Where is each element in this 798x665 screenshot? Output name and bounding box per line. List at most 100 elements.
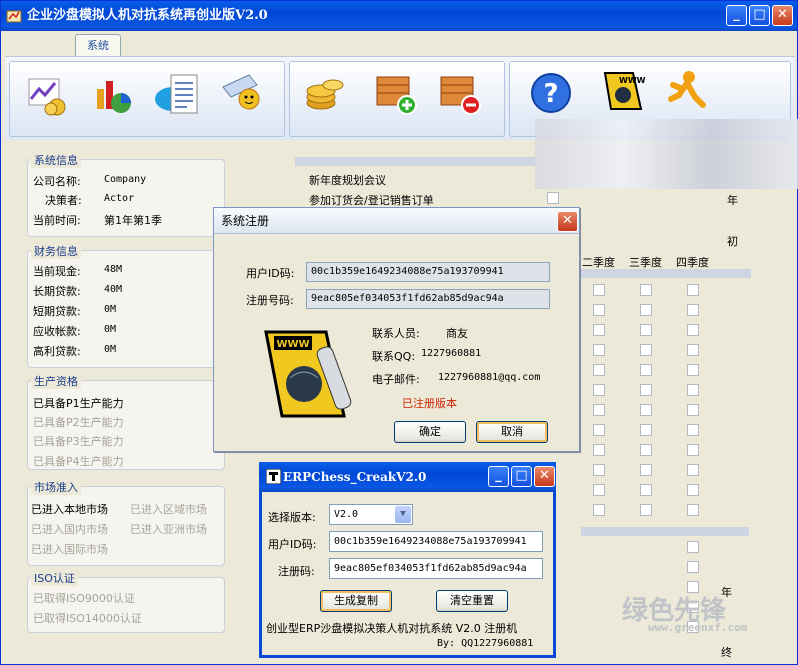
quarter-checkbox[interactable]	[687, 324, 699, 336]
quarter-3-header: 三季度	[629, 256, 662, 269]
quarter-checkbox[interactable]	[687, 364, 699, 376]
quarter-checkbox[interactable]	[640, 424, 652, 436]
quarter-checkbox[interactable]	[687, 304, 699, 316]
quarter-checkbox[interactable]	[687, 504, 699, 516]
long-loan-label: 长期贷款:	[33, 285, 81, 298]
settings-sun-icon[interactable]	[219, 69, 263, 113]
quarter-checkbox[interactable]	[640, 504, 652, 516]
section-bar-3	[581, 527, 749, 536]
version-label: 选择版本:	[268, 511, 316, 524]
help-icon[interactable]: ?	[529, 71, 573, 115]
crack-close-button[interactable]: ✕	[534, 466, 555, 487]
year-end-checkbox-2[interactable]	[687, 561, 699, 573]
qq-label: 联系QQ:	[372, 350, 416, 363]
version-select[interactable]: V2.0 ▼	[329, 504, 413, 525]
crack-user-id-label: 用户ID码:	[268, 538, 317, 551]
runner-icon[interactable]	[665, 69, 709, 113]
clear-reset-button[interactable]: 清空重置	[436, 590, 508, 612]
maximize-button[interactable]: □	[749, 5, 770, 26]
title-bar[interactable]: 企业沙盘模拟人机对抗系统再创业版V2.0	[1, 1, 797, 31]
p4-status: 已具备P4生产能力	[33, 455, 124, 468]
crack-footer: 创业型ERP沙盘模拟决策人机对抗系统 V2.0 注册机	[266, 622, 518, 635]
box-add-icon[interactable]	[373, 71, 417, 115]
ok-button[interactable]: 确定	[394, 421, 466, 443]
bar-chart-icon[interactable]	[91, 73, 135, 117]
tab-system[interactable]: 系统	[75, 34, 121, 56]
coins-icon[interactable]	[303, 71, 347, 115]
quarter-checkbox[interactable]	[593, 464, 605, 476]
market-title: 市场准入	[31, 479, 81, 495]
document-icon[interactable]	[161, 73, 205, 117]
crack-reg-label: 注册码:	[278, 565, 315, 578]
quarter-checkbox[interactable]	[640, 284, 652, 296]
quarter-checkbox[interactable]	[687, 384, 699, 396]
quarter-checkbox[interactable]	[593, 424, 605, 436]
iso14000-status: 已取得ISO14000认证	[33, 612, 142, 625]
cancel-button[interactable]: 取消	[476, 421, 548, 443]
quarter-checkbox[interactable]	[593, 484, 605, 496]
crack-minimize-button[interactable]: _	[488, 466, 509, 487]
quarter-checkbox[interactable]	[640, 444, 652, 456]
reg-user-id-field[interactable]: 00c1b359e1649234088e75a193709941	[306, 262, 550, 282]
svg-text:WWW: WWW	[619, 76, 645, 85]
reg-code-field[interactable]: 9eac805ef034053f1fd62ab85d9ac94a	[306, 289, 550, 309]
company-value: Company	[104, 174, 147, 185]
market-international: 已进入国际市场	[31, 543, 108, 556]
quarter-checkbox[interactable]	[640, 384, 652, 396]
quarter-checkbox[interactable]	[593, 284, 605, 296]
year-end-end-label: 终	[721, 646, 732, 659]
quarter-checkbox[interactable]	[640, 464, 652, 476]
crack-user-id-input[interactable]: 00c1b359e1649234088e75a193709941	[329, 531, 543, 552]
quarter-checkbox[interactable]	[640, 324, 652, 336]
crack-reg-input[interactable]: 9eac805ef034053f1fd62ab85d9ac94a	[329, 558, 543, 579]
box-remove-icon[interactable]	[437, 71, 481, 115]
chart-money-icon[interactable]	[25, 73, 69, 117]
year-end-checkbox-1[interactable]	[687, 541, 699, 553]
quarter-checkbox[interactable]	[640, 304, 652, 316]
crack-app-icon	[266, 469, 281, 484]
long-loan-value: 40M	[104, 284, 123, 295]
quarter-checkbox[interactable]	[640, 344, 652, 356]
quarter-checkbox[interactable]	[687, 344, 699, 356]
register-close-button[interactable]: ✕	[557, 211, 578, 232]
quarter-checkbox[interactable]	[593, 324, 605, 336]
close-button[interactable]: ✕	[772, 5, 793, 26]
watermark-url: www.greenxf.com	[648, 621, 748, 634]
quarter-checkbox[interactable]	[593, 344, 605, 356]
minimize-button[interactable]: _	[726, 5, 747, 26]
quarter-checkbox[interactable]	[640, 484, 652, 496]
quarter-checkbox[interactable]	[687, 484, 699, 496]
market-region: 已进入区域市场	[130, 503, 207, 516]
contact-value: 商友	[446, 327, 468, 340]
high-loan-value: 0M	[104, 344, 117, 355]
quarter-checkbox[interactable]	[687, 464, 699, 476]
quarter-checkbox[interactable]	[687, 444, 699, 456]
p2-status: 已具备P2生产能力	[33, 416, 124, 429]
quarter-checkbox[interactable]	[593, 364, 605, 376]
crack-maximize-button[interactable]: □	[511, 466, 532, 487]
quarter-checkbox[interactable]	[687, 284, 699, 296]
www-phone-icon[interactable]: WWW	[601, 69, 645, 113]
quarter-checkbox[interactable]	[593, 444, 605, 456]
quarter-checkbox[interactable]	[687, 404, 699, 416]
version-select-value: V2.0	[334, 509, 359, 520]
generate-copy-button[interactable]: 生成复制	[320, 590, 392, 612]
register-dialog-title[interactable]: 系统注册	[214, 208, 579, 234]
quarter-checkbox[interactable]	[593, 304, 605, 316]
quarter-2-header: 二季度	[582, 256, 615, 269]
short-loan-label: 短期贷款:	[33, 305, 81, 318]
order-meeting-checkbox[interactable]	[547, 192, 559, 204]
chevron-down-icon[interactable]: ▼	[395, 506, 411, 523]
quarter-checkbox[interactable]	[593, 384, 605, 396]
quarter-checkbox[interactable]	[640, 404, 652, 416]
iso9000-status: 已取得ISO9000认证	[33, 592, 135, 605]
market-asia: 已进入亚洲市场	[130, 523, 207, 536]
contact-label: 联系人员:	[372, 327, 420, 340]
crack-by: By: QQ1227960881	[437, 638, 534, 649]
blurred-region	[535, 119, 798, 189]
quarter-checkbox[interactable]	[593, 504, 605, 516]
registered-status: 已注册版本	[402, 397, 457, 410]
quarter-checkbox[interactable]	[687, 424, 699, 436]
quarter-checkbox[interactable]	[593, 404, 605, 416]
quarter-checkbox[interactable]	[640, 364, 652, 376]
